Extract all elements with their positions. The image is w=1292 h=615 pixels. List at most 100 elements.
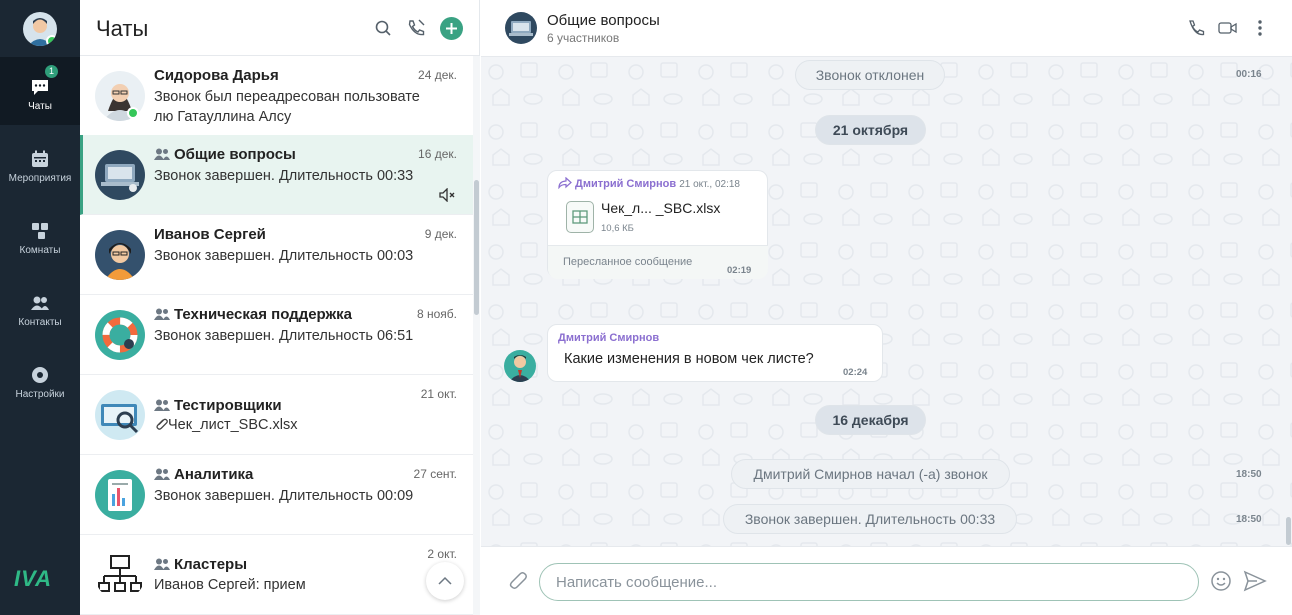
avatar[interactable]	[505, 12, 537, 44]
chat-preview: Звонок завершен. Длительность 00:33	[154, 168, 414, 184]
forwarded-footer: Пересланное сообщение 02:19	[548, 245, 768, 279]
more-vertical-icon[interactable]	[1257, 19, 1263, 37]
message-time: 18:50	[1236, 469, 1262, 480]
scroll-to-top-button[interactable]	[426, 562, 464, 600]
group-icon	[154, 148, 170, 160]
file-name[interactable]: Чек_л... _SBC.xlsx	[601, 200, 720, 216]
chat-preview: Иванов Сергей: прием	[154, 577, 306, 593]
chat-name: Тестировщики	[154, 397, 282, 414]
muted-icon	[439, 188, 455, 202]
chat-date: 24 дек.	[418, 68, 457, 82]
brand-logo: IVA	[14, 566, 53, 591]
chat-date: 2 окт.	[427, 547, 457, 561]
date-separator: 21 октября	[815, 115, 926, 145]
chat-date: 8 нояб.	[416, 307, 457, 321]
group-icon	[154, 399, 170, 411]
user-avatar[interactable]	[23, 12, 57, 46]
system-message: Звонок завершен. Длительность 00:33	[723, 504, 1017, 534]
forward-icon	[558, 177, 572, 189]
avatar	[95, 230, 145, 280]
message-time: 02:19	[727, 265, 752, 276]
rail-item-events[interactable]: Мероприятия	[0, 129, 80, 197]
avatar[interactable]	[504, 350, 536, 382]
call-add-icon[interactable]	[406, 18, 426, 38]
chat-name: Иванов Сергей	[154, 226, 266, 243]
rail-item-contacts[interactable]: Контакты	[0, 273, 80, 341]
avatar	[95, 150, 145, 200]
chat-list-item[interactable]: Кластеры 2 окт. Иванов Сергей: прием	[80, 535, 473, 615]
chat-name: Кластеры	[154, 556, 247, 573]
message-scrollbar-thumb[interactable]	[1286, 517, 1291, 545]
send-icon[interactable]	[1243, 570, 1267, 592]
file-size: 10,6 КБ	[601, 223, 634, 234]
date-separator: 16 декабря	[815, 405, 926, 435]
group-icon	[154, 558, 170, 570]
avatar	[95, 310, 145, 360]
phone-icon[interactable]	[1187, 19, 1205, 37]
group-icon	[154, 468, 170, 480]
unread-badge: 1	[45, 65, 58, 78]
video-call-icon[interactable]	[1218, 19, 1238, 37]
avatar	[95, 550, 145, 600]
conversation-header: Общие вопросы 6 участников	[481, 0, 1292, 57]
new-chat-button[interactable]	[440, 17, 463, 40]
rail-item-label: Чаты	[28, 101, 52, 112]
emoji-icon[interactable]	[1210, 570, 1232, 592]
message-time: 02:24	[843, 367, 868, 378]
online-status-dot	[127, 107, 139, 119]
rail-item-settings[interactable]: Настройки	[0, 345, 80, 413]
forwarded-message[interactable]: Дмитрий Смирнов 21 окт., 02:18 Чек_л... …	[547, 170, 768, 279]
conversation-title: Общие вопросы	[547, 12, 660, 29]
chat-list-panel: Чаты Сидорова Дарья 24 дек. Звонок был п…	[80, 0, 480, 615]
chat-list-item[interactable]: Иванов Сергей 9 дек. Звонок завершен. Дл…	[80, 215, 473, 295]
chat-preview: Звонок завершен. Длительность 00:03	[154, 248, 414, 264]
left-rail: 1 Чаты Мероприятия Комнаты Контакты Наст…	[0, 0, 80, 615]
group-icon	[154, 308, 170, 320]
message-author: Дмитрий Смирнов	[558, 332, 660, 344]
rail-item-label: Контакты	[18, 317, 62, 328]
message-time: 00:16	[1236, 69, 1262, 80]
rooms-icon	[32, 223, 48, 239]
contacts-icon	[31, 296, 49, 310]
chat-list-scrollbar[interactable]	[473, 56, 480, 615]
conversation-panel: Общие вопросы 6 участников Звонок отклон	[481, 0, 1292, 615]
message-author: Дмитрий Смирнов 21 окт., 02:18	[575, 178, 740, 190]
message-composer	[481, 546, 1292, 615]
attachment-icon	[156, 418, 168, 430]
avatar	[95, 390, 145, 440]
system-message: Звонок отклонен	[795, 60, 945, 90]
page-title: Чаты	[96, 16, 149, 41]
avatar	[95, 470, 145, 520]
plus-icon	[446, 23, 457, 34]
online-status-dot	[46, 35, 57, 46]
chevron-up-icon	[438, 576, 452, 585]
chat-name: Общие вопросы	[154, 146, 296, 163]
attachment-icon[interactable]	[506, 569, 528, 591]
rail-item-label: Мероприятия	[8, 173, 72, 184]
calendar-icon	[32, 150, 48, 167]
chat-list-item[interactable]: Сидорова Дарья 24 дек. Звонок был переад…	[80, 56, 473, 136]
gear-icon	[32, 367, 48, 383]
message-text: Какие изменения в новом чек листе?	[564, 351, 814, 367]
spreadsheet-file-icon	[566, 201, 594, 233]
chat-list-item[interactable]: Тестировщики 21 окт. Чек_лист_SBC.xlsx	[80, 375, 473, 455]
search-icon[interactable]	[373, 18, 393, 38]
chat-name: Техническая поддержка	[154, 306, 352, 323]
chat-list-item-active[interactable]: Общие вопросы 16 дек. Звонок завершен. Д…	[80, 135, 473, 215]
chat-list-item[interactable]: Аналитика 27 сент. Звонок завершен. Длит…	[80, 455, 473, 535]
chat-list-item[interactable]: Техническая поддержка 8 нояб. Звонок зав…	[80, 295, 473, 375]
chat-preview: Звонок был переадресован пользователю Га…	[154, 89, 420, 125]
chat-list-header: Чаты	[80, 0, 479, 56]
message-bubble[interactable]: Дмитрий Смирнов Какие изменения в новом …	[547, 324, 883, 382]
app-window: 1 Чаты Мероприятия Комнаты Контакты Наст…	[0, 0, 1292, 615]
chat-preview: Звонок завершен. Длительность 06:51	[154, 328, 414, 344]
rail-item-rooms[interactable]: Комнаты	[0, 201, 80, 269]
chat-preview: Чек_лист_SBC.xlsx	[154, 415, 424, 435]
message-area: Звонок отклонен 00:16 21 октября Дмитрий…	[481, 57, 1292, 546]
chat-name: Аналитика	[154, 466, 253, 483]
message-time: 18:50	[1236, 514, 1262, 525]
rail-item-chats[interactable]: 1 Чаты	[0, 57, 80, 125]
message-input[interactable]	[539, 563, 1199, 601]
scrollbar-thumb[interactable]	[474, 180, 479, 315]
chat-date: 21 окт.	[420, 387, 457, 401]
